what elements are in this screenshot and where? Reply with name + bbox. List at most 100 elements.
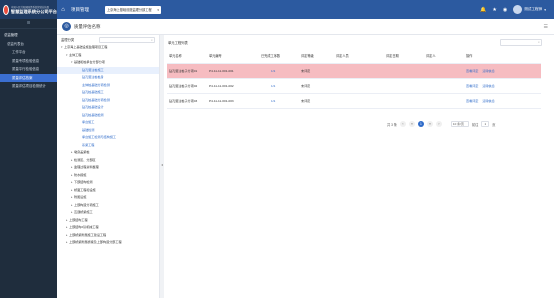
page-title: 质量评估名称: [74, 23, 101, 29]
menu-icon[interactable]: ☰: [544, 24, 554, 30]
star-icon[interactable]: ★: [492, 7, 496, 13]
clear-info-link[interactable]: 清除信息: [482, 84, 494, 88]
prev-page-button[interactable]: ‹: [399, 121, 406, 127]
unit-table: 单元名称 单元编号 已完成工序数 评定等级 评定人员 评定日期 评定人 操作 钻孔灌注桩子分项…: [167, 49, 541, 109]
tree-node[interactable]: 钻孔灌注桩施工: [57, 66, 159, 74]
tree-node[interactable]: 钻孔桩基础分项检测: [57, 97, 159, 105]
table-row[interactable]: 钻孔灌注桩子分项03 P4-11-11-001-003 1/1 未评定 查看评定 清除信息: [167, 93, 541, 109]
tree-node[interactable]: ▸上部桥梁附属施工建设工程: [57, 232, 159, 240]
tree-node[interactable]: ▸互通桥梁施工: [57, 209, 159, 217]
divider: [0, 28, 57, 29]
tree-node[interactable]: 系梁工程: [57, 142, 159, 150]
tree-node[interactable]: ▸上部结构2队机械工程: [57, 224, 159, 232]
tree-node-label: 钻孔桩基础检测: [82, 112, 104, 117]
clear-info-link[interactable]: 清除信息: [482, 69, 494, 73]
process-count-cell[interactable]: 1/1: [259, 93, 299, 109]
column-header: 单元编号: [207, 49, 259, 64]
tree-node-label: 钻孔桩基础分项检测: [82, 97, 110, 102]
project-select[interactable]: 上京海上基础设施监理分部工程 ▾: [105, 5, 161, 14]
tree-node[interactable]: ▸墩身盖梁桩: [57, 149, 159, 157]
home-icon[interactable]: ⌂: [57, 7, 69, 13]
tree-node[interactable]: 钻孔桩基础施工: [57, 89, 159, 97]
page-size-select[interactable]: 10 条/页: [450, 121, 469, 127]
sidebar-item[interactable]: 工作平台: [0, 48, 57, 57]
chevron-down-icon: ▾: [544, 7, 546, 12]
tree-node-label: 基础和桩承台分部分项: [74, 60, 105, 64]
pagination: 共 3 条 ‹ « 1 » › 10 条/页 前往 1 页: [387, 121, 495, 127]
tree-node[interactable]: ▸监理过程资料整理: [57, 164, 159, 172]
tree-node-label: 墩身盖梁桩: [74, 150, 90, 154]
tree-node[interactable]: 基础检测: [57, 127, 159, 135]
user-menu[interactable]: 测试工程师 ▾: [513, 5, 546, 14]
tree-node[interactable]: ▸上部结构工程: [57, 217, 159, 225]
sidebar-item[interactable]: 质量专项检验信息: [0, 57, 57, 66]
tree-node[interactable]: ▾上京海上基础设施监理项目工程: [57, 44, 159, 52]
tree-node[interactable]: ▸下部结构检测: [57, 179, 159, 187]
tree-node[interactable]: ▸防水措施: [57, 172, 159, 180]
column-header: 评定等级: [299, 49, 334, 64]
date-cell: [384, 63, 424, 79]
page-button-current[interactable]: 1: [417, 121, 424, 127]
tree-node-label: 防水措施: [74, 172, 87, 177]
tree-node[interactable]: 钻孔灌注桩桩身: [57, 74, 159, 82]
sidebar-item[interactable]: 质量评估项目检测统计: [0, 82, 57, 91]
next-pages-button[interactable]: »: [426, 121, 433, 127]
sidebar-item[interactable]: 总监代表台: [0, 40, 57, 49]
sidebar-item[interactable]: 质量平行检验信息: [0, 65, 57, 74]
tree-node-label: 钻孔桩基础施工: [82, 90, 104, 94]
date-cell: [384, 93, 424, 109]
user-name: 测试工程师: [524, 7, 543, 11]
sidebar-item[interactable]: 质量评估档案: [0, 73, 57, 82]
tree-node[interactable]: 钻孔桩基础设计: [57, 104, 159, 112]
tree-node-label: 承台施工: [82, 120, 95, 124]
globe-icon[interactable]: ◉: [503, 7, 507, 13]
tree-node[interactable]: ▸上部桥梁附属桥梁及上部构造分部工程: [57, 239, 159, 247]
grade-cell: 未评定: [299, 93, 334, 109]
main-label: 单元工程列表: [168, 40, 188, 45]
tree-node[interactable]: ▸附属设施: [57, 194, 159, 202]
view-evaluation-link[interactable]: 查看评定: [466, 99, 478, 103]
page-header: ◎ 质量评估名称 ☰: [57, 19, 554, 35]
unit-code-cell: P4-11-11-001-003: [207, 93, 259, 109]
tree-node-label: 附属设施: [74, 195, 87, 199]
process-count-cell[interactable]: 1/1: [259, 78, 299, 94]
tree-node-label: 基础检测: [82, 127, 95, 132]
goto-page-input[interactable]: 1: [481, 121, 490, 127]
tree-node-label: 钻孔灌注桩桩身: [82, 75, 104, 79]
goto-label: 前往: [471, 122, 479, 127]
view-evaluation-link[interactable]: 查看评定: [466, 84, 478, 88]
nav-title[interactable]: 项目管理: [71, 7, 89, 13]
process-count-cell[interactable]: 1/1: [259, 63, 299, 79]
table-row[interactable]: 钻孔灌注桩子分项01 P4-11-11-001-001 1/1 未评定 查看评定 清除信息: [167, 63, 541, 79]
tree-node[interactable]: ▸桥面工程和设施: [57, 187, 159, 195]
prev-pages-button[interactable]: «: [408, 121, 415, 127]
page-icon: ◎: [62, 22, 71, 31]
column-header: 操作: [464, 49, 541, 64]
sidebar: 中国人民共和国国资委监管营业执照 智慧监理系统分公司平台 ☰ 总监管理 总监代表台…: [0, 0, 57, 298]
table-row[interactable]: 钻孔灌注桩子分项02 P4-11-11-001-002 1/1 未评定 查看评定 清除信息: [167, 78, 541, 94]
next-page-button[interactable]: ›: [435, 121, 442, 127]
main-search-input[interactable]: ⌕: [500, 38, 542, 46]
clear-info-link[interactable]: 清除信息: [482, 99, 494, 103]
view-evaluation-link[interactable]: 查看评定: [466, 69, 478, 73]
tree-search-input[interactable]: ⌕: [99, 36, 155, 43]
tree-node-label: 主体工程: [69, 52, 82, 57]
tree-node[interactable]: 承台施工检测与结构施工: [57, 134, 159, 142]
search-icon: ⌕: [151, 37, 153, 42]
tree-node-label: 上部桥梁附属桥梁及上部构造分部工程: [69, 240, 122, 244]
tree-node[interactable]: 主体桩基础分项检测: [57, 82, 159, 90]
tree-node-label: 上京海上基础设施监理项目工程: [64, 45, 108, 49]
unit-name-cell: 钻孔灌注桩子分项02: [167, 78, 207, 94]
bell-icon[interactable]: 🔔: [480, 7, 486, 13]
tree-node-label: 钻孔桩基础设计: [82, 105, 104, 109]
tree-node[interactable]: ▾主体工程: [57, 52, 159, 60]
tree-node[interactable]: ▾基础和桩承台分部分项: [57, 59, 159, 67]
grade-cell: 未评定: [299, 63, 334, 79]
collapse-icon[interactable]: ☰: [0, 19, 57, 26]
person-cell: [334, 93, 384, 109]
sidebar-item[interactable]: 总监管理: [0, 31, 57, 40]
tree-node[interactable]: ▸检测区、分部区: [57, 157, 159, 165]
tree-node[interactable]: 钻孔桩基础检测: [57, 112, 159, 120]
tree-node[interactable]: ▸上部构造分项施工: [57, 202, 159, 210]
tree-node[interactable]: 承台施工: [57, 119, 159, 127]
